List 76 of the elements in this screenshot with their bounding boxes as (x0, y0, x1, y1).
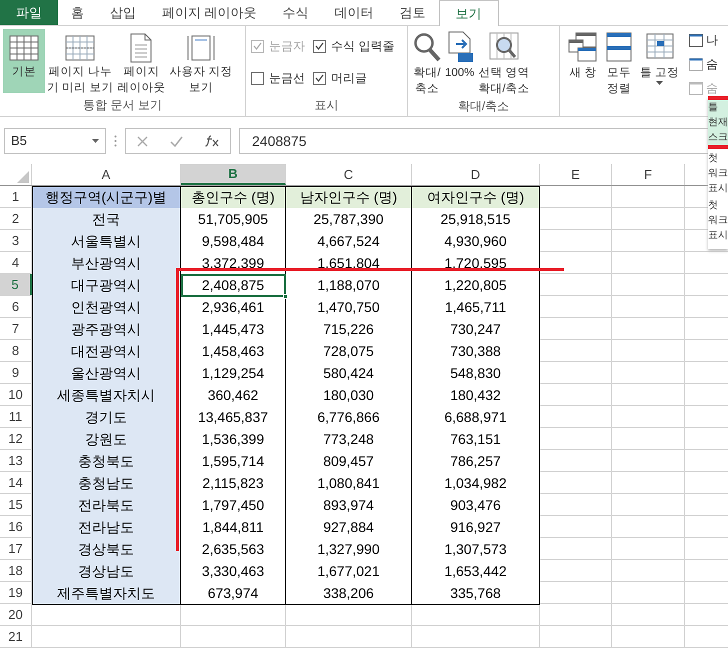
table-cell: 773,248 (286, 428, 412, 451)
table-cell: 730,247 (412, 318, 540, 341)
table-cell: 1,797,450 (181, 494, 286, 517)
table-cell: 1,034,982 (412, 472, 540, 495)
table-cell: 2,635,563 (181, 538, 286, 561)
header-cell: 총인구수 (명) (181, 186, 286, 209)
table-cell: 728,075 (286, 340, 412, 363)
table-cell: 1,465,711 (412, 296, 540, 319)
table-cell: 786,257 (412, 450, 540, 473)
table-cell: 360,462 (181, 384, 286, 407)
table-cell: 927,884 (286, 516, 412, 539)
table-cell: 9,598,484 (181, 230, 286, 253)
table-cell: 673,974 (181, 582, 286, 605)
table-cell: 강원도 (32, 428, 181, 451)
group-label: 확대/축소 (456, 98, 510, 115)
table-cell: 대구광역시 (32, 274, 181, 297)
table-cell: 2,115,823 (181, 472, 286, 495)
table-cell: 2,936,461 (181, 296, 286, 319)
table-cell: 180,432 (412, 384, 540, 407)
table-cell: 1,653,442 (412, 560, 540, 583)
table-cell: 전라북도 (32, 494, 181, 517)
table-cell: 893,974 (286, 494, 412, 517)
header-cell: 행정구역(시군구)별 (32, 186, 181, 209)
header-cell: 여자인구수 (명) (412, 186, 540, 209)
table-cell: 1,595,714 (181, 450, 286, 473)
table-cell: 3,330,463 (181, 560, 286, 583)
table-cell: 548,830 (412, 362, 540, 385)
table-cell: 4,930,960 (412, 230, 540, 253)
table-cell: 25,787,390 (286, 208, 412, 231)
table-cell: 2,408,875 (181, 274, 286, 297)
table-cell: 715,226 (286, 318, 412, 341)
table-cell: 인천광역시 (32, 296, 181, 319)
table-cell: 335,768 (412, 582, 540, 605)
table-cell: 전국 (32, 208, 181, 231)
table-cell: 1,129,254 (181, 362, 286, 385)
group-label: 통합 문서 보기 (82, 97, 163, 114)
table-cell: 25,918,515 (412, 208, 540, 231)
table-cell: 1,470,750 (286, 296, 412, 319)
header-cell: 남자인구수 (명) (286, 186, 412, 209)
table-cell: 세종특별자치시 (32, 384, 181, 407)
table-cell: 1,445,473 (181, 318, 286, 341)
table-cell: 6,776,866 (286, 406, 412, 429)
table-cell: 180,030 (286, 384, 412, 407)
table-cell: 경기도 (32, 406, 181, 429)
table-cell: 6,688,971 (412, 406, 540, 429)
table-cell: 경상북도 (32, 538, 181, 561)
table-cell: 13,465,837 (181, 406, 286, 429)
table-cell: 전라남도 (32, 516, 181, 539)
table-cell: 338,206 (286, 582, 412, 605)
table-cell: 1,536,399 (181, 428, 286, 451)
table-cell: 903,476 (412, 494, 540, 517)
table-cell: 1,677,021 (286, 560, 412, 583)
table-cell: 울산광역시 (32, 362, 181, 385)
table-cell: 부산광역시 (32, 252, 181, 275)
table-cell: 1,220,805 (412, 274, 540, 297)
group-label: 표시 (314, 97, 340, 114)
table-cell: 730,388 (412, 340, 540, 363)
table-cell: 충청남도 (32, 472, 181, 495)
table-cell: 763,151 (412, 428, 540, 451)
table-cell: 제주특별자치도 (32, 582, 181, 605)
table-cell: 51,705,905 (181, 208, 286, 231)
table-cell: 충청북도 (32, 450, 181, 473)
table-cell: 1,844,811 (181, 516, 286, 539)
table-cell: 1,188,070 (286, 274, 412, 297)
table-cell: 경상남도 (32, 560, 181, 583)
table-cell: 916,927 (412, 516, 540, 539)
table-cell: 1,458,463 (181, 340, 286, 363)
table-cell: 서울특별시 (32, 230, 181, 253)
table-cell: 4,667,524 (286, 230, 412, 253)
table-cell: 광주광역시 (32, 318, 181, 341)
table-cell: 809,457 (286, 450, 412, 473)
table-cell: 580,424 (286, 362, 412, 385)
table-cell: 1,307,573 (412, 538, 540, 561)
table-cell: 1,327,990 (286, 538, 412, 561)
table-cell: 대전광역시 (32, 340, 181, 363)
table-cell: 1,080,841 (286, 472, 412, 495)
